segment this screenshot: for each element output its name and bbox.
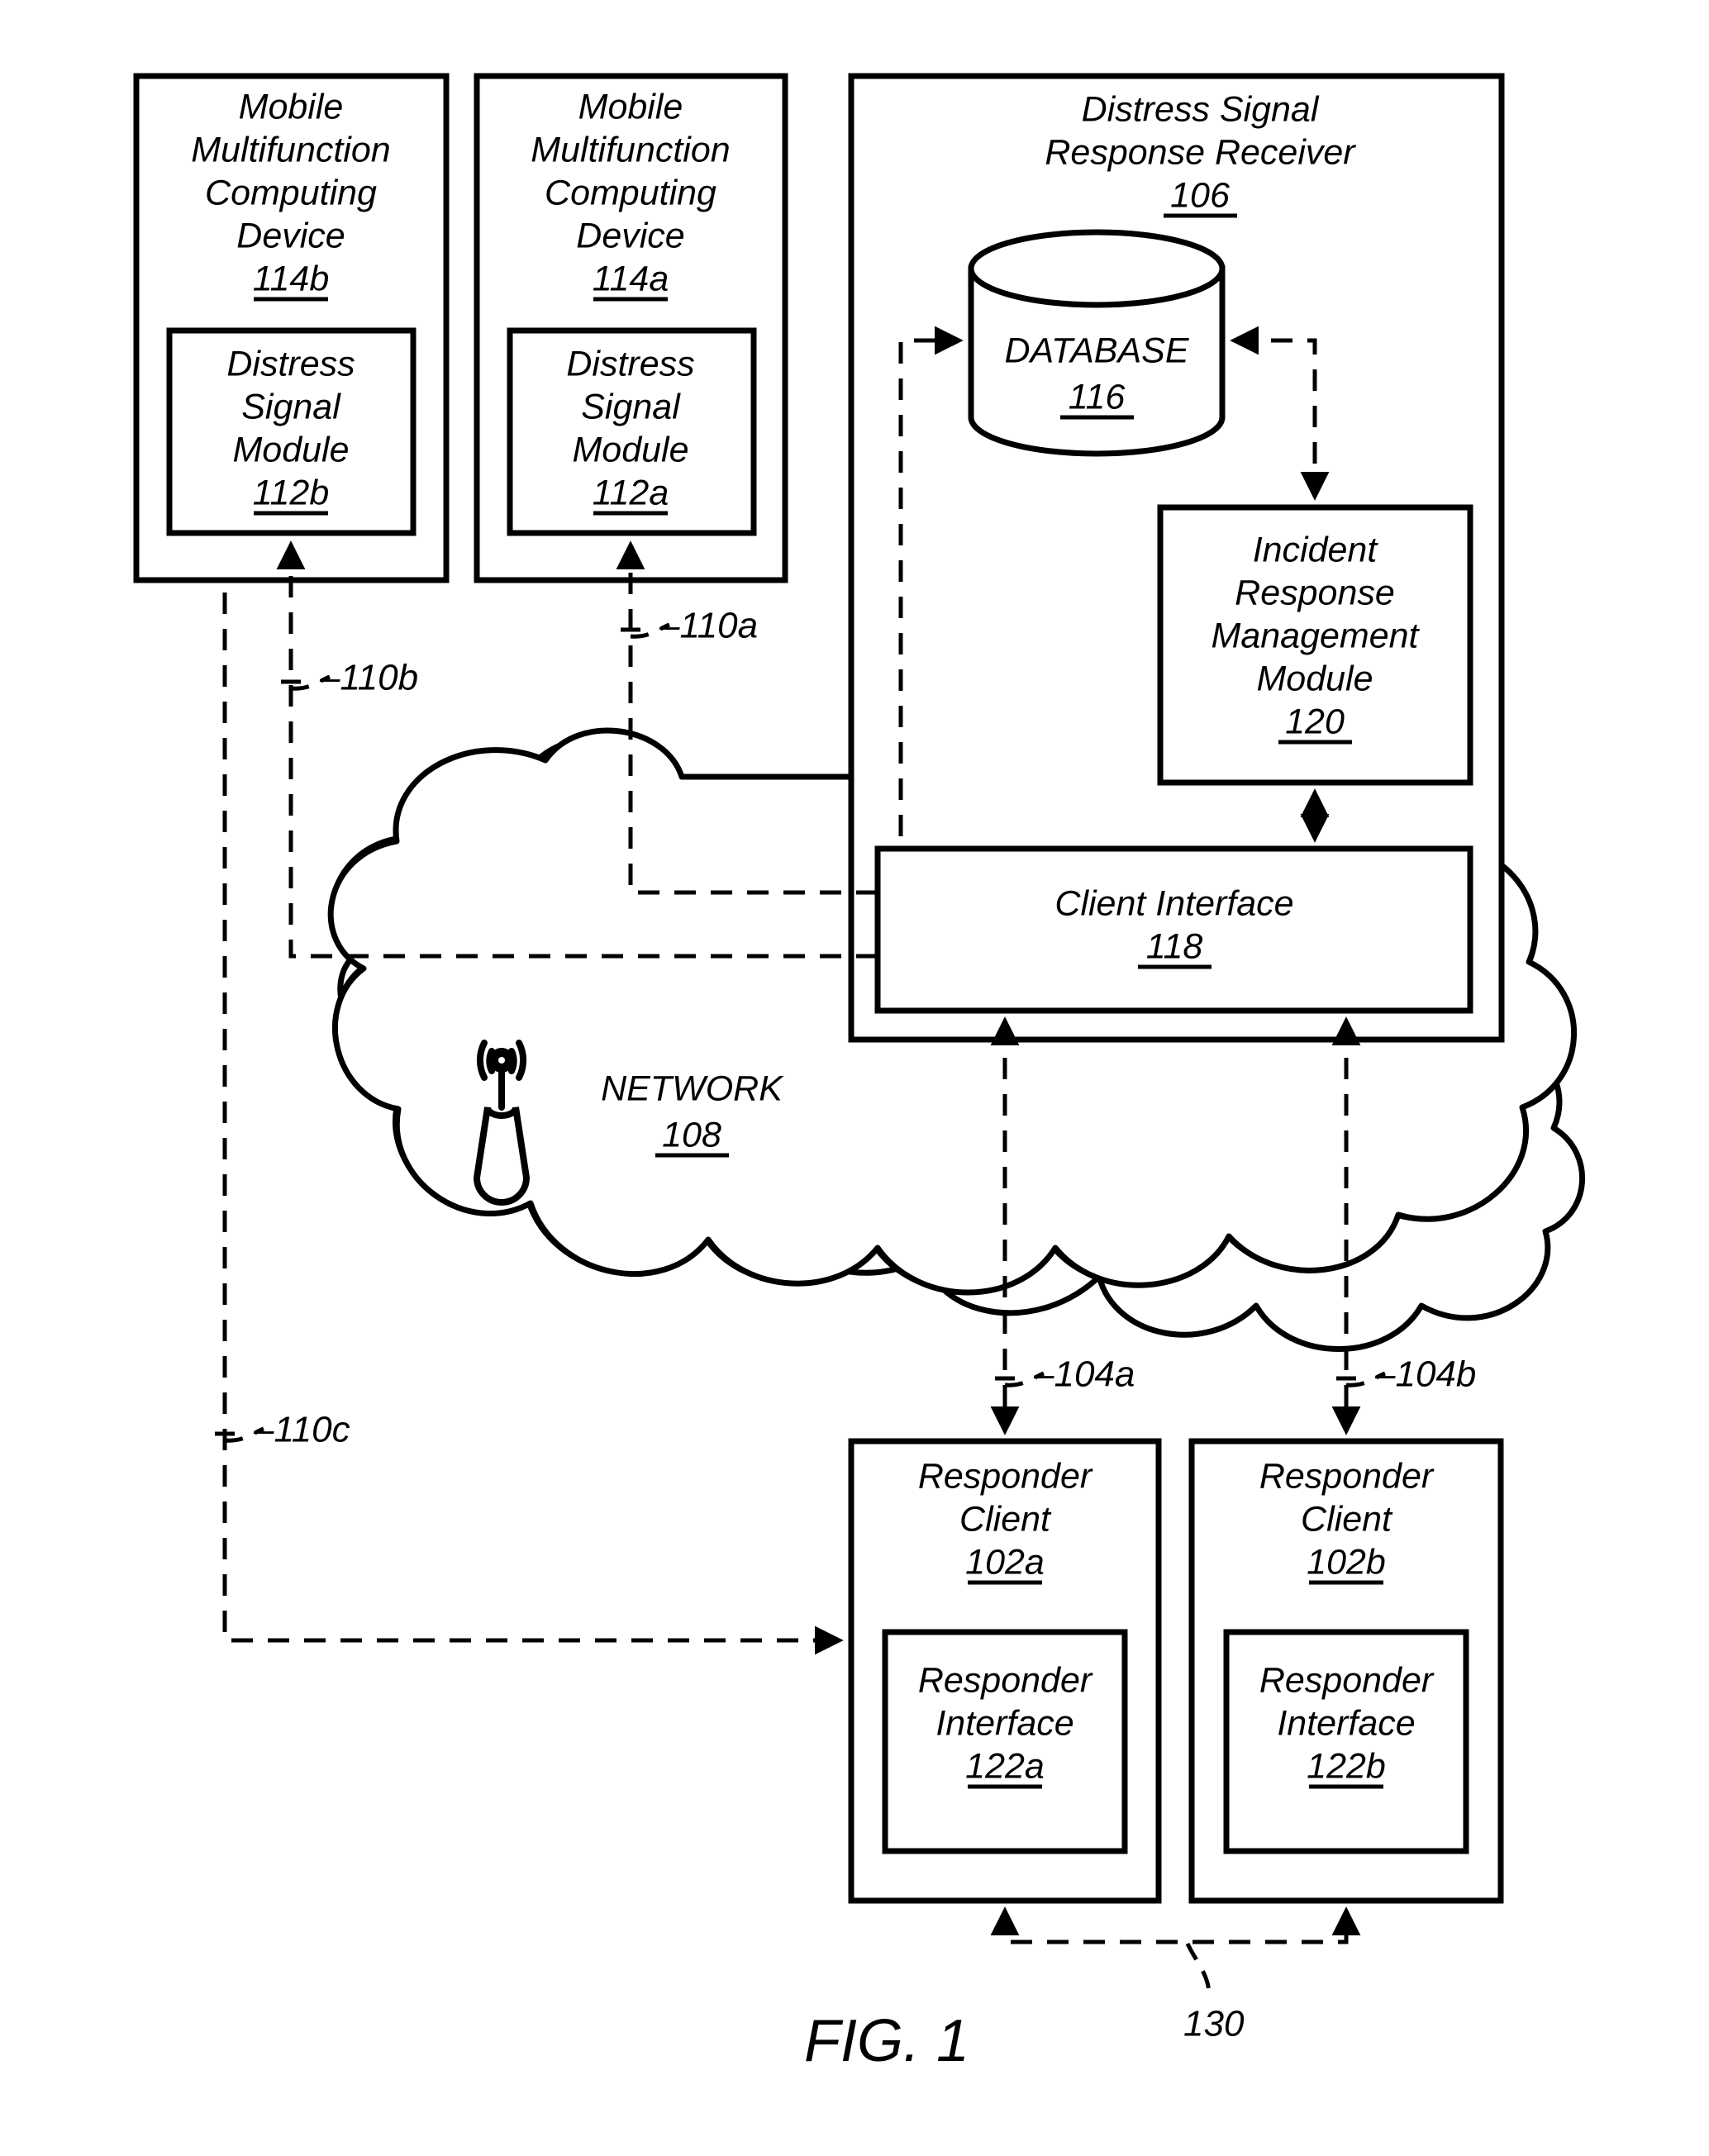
ref-leader-110a: –110a: [621, 606, 758, 646]
database-116[interactable]: DATABASE 116: [968, 229, 1226, 457]
network-title: NETWORK: [601, 1068, 784, 1108]
client-interface-118-title: Client Interface: [1054, 883, 1293, 923]
diagram-canvas: Mobile Multifunction Computing Device 11…: [133, 73, 1585, 2074]
ref-label-104b: –104b: [1374, 1354, 1476, 1395]
module-120-line-3: Module: [1256, 659, 1373, 698]
device-114b-ref: 114b: [253, 259, 329, 298]
figure-caption: FIG. 1: [804, 2008, 969, 2074]
module-120-line-2: Management: [1212, 616, 1421, 655]
device-114b-line-3: Device: [236, 216, 345, 255]
responder-client-102a[interactable]: Responder Client 102a Responder Interfac…: [848, 1438, 1162, 1904]
database-116-title: DATABASE: [1004, 331, 1189, 370]
distress-module-112a-ref: 112a: [593, 473, 669, 512]
device-114a-line-2: Computing: [545, 173, 716, 212]
module-120-line-1: Response: [1235, 573, 1395, 612]
responder-102a-line-0: Responder: [918, 1456, 1093, 1496]
mobile-device-114a[interactable]: Mobile Multifunction Computing Device 11…: [474, 73, 788, 583]
device-114b-line-0: Mobile: [239, 87, 344, 126]
patent-figure: Mobile Multifunction Computing Device 11…: [0, 0, 1709, 2156]
ref-leader-110c: –110c: [215, 1410, 350, 1450]
ref-leader-130: 130: [1183, 1942, 1245, 2044]
database-116-ref: 116: [1069, 377, 1126, 416]
device-114b-line-2: Computing: [205, 173, 377, 212]
database-cylinder-top: [968, 229, 1226, 308]
antenna-emitter-hole: [498, 1057, 505, 1064]
distress-module-112b-line-0: Distress: [226, 344, 355, 383]
responder-interface-122a-line-1: Interface: [935, 1703, 1073, 1743]
responder-interface-122a-line-0: Responder: [918, 1660, 1093, 1700]
device-114a-line-0: Mobile: [578, 87, 683, 126]
distress-module-112b-line-1: Signal: [241, 387, 341, 426]
connector-130: [990, 1906, 1361, 1944]
module-120-line-0: Incident: [1253, 530, 1379, 569]
responder-102b-line-1: Client: [1301, 1499, 1393, 1539]
receiver-106-line-1: Response Receiver: [1045, 132, 1356, 172]
device-114b-line-1: Multifunction: [191, 130, 390, 169]
distress-module-112a-line-0: Distress: [566, 344, 694, 383]
responder-interface-122b-line-0: Responder: [1259, 1660, 1435, 1700]
ref-label-110c: –110c: [253, 1410, 350, 1450]
distress-module-112b-ref: 112b: [253, 473, 329, 512]
ref-leader-104b: –104b: [1336, 1354, 1476, 1395]
client-interface-118[interactable]: Client Interface 118: [874, 845, 1473, 1014]
network-ref: 108: [662, 1115, 721, 1154]
receiver-106-ref: 106: [1170, 175, 1230, 215]
distress-module-112a-line-1: Signal: [581, 387, 681, 426]
responder-interface-122a-ref: 122a: [965, 1746, 1045, 1786]
incident-response-management-module-120[interactable]: Incident Response Management Module 120: [1157, 504, 1473, 786]
distress-module-112a-line-2: Module: [572, 430, 688, 469]
device-114a-line-1: Multifunction: [531, 130, 730, 169]
ref-label-130: 130: [1183, 2004, 1245, 2044]
ref-leader-104a: –104a: [995, 1354, 1135, 1395]
ref-label-110a: –110a: [659, 606, 758, 646]
ref-label-110b: –110b: [319, 658, 418, 698]
responder-102b-ref: 102b: [1307, 1542, 1386, 1582]
ref-leader-110b: –110b: [281, 658, 418, 698]
mobile-device-114b[interactable]: Mobile Multifunction Computing Device 11…: [133, 73, 450, 583]
responder-interface-122b-line-1: Interface: [1277, 1703, 1415, 1743]
module-120-ref: 120: [1285, 702, 1345, 741]
device-114a-line-3: Device: [576, 216, 684, 255]
device-114a-ref: 114a: [593, 259, 669, 298]
client-interface-118-ref: 118: [1146, 926, 1203, 966]
ref-curve-130: [1185, 1942, 1212, 1994]
ref-label-104a: –104a: [1033, 1354, 1135, 1395]
responder-102b-line-0: Responder: [1259, 1456, 1435, 1496]
responder-client-102b[interactable]: Responder Client 102b Responder Interfac…: [1188, 1438, 1504, 1904]
responder-102a-line-1: Client: [959, 1499, 1052, 1539]
responder-102a-ref: 102a: [965, 1542, 1045, 1582]
receiver-106-line-0: Distress Signal: [1082, 89, 1320, 129]
distress-signal-response-receiver-106[interactable]: Distress Signal Response Receiver 106 DA…: [848, 73, 1505, 1043]
responder-interface-122b-ref: 122b: [1307, 1746, 1386, 1786]
distress-module-112b-line-2: Module: [232, 430, 349, 469]
